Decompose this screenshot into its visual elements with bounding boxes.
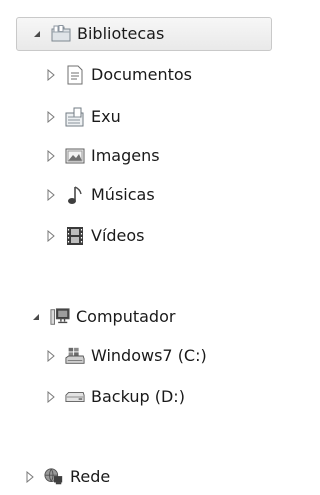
- tree-item-videos[interactable]: Vídeos: [43, 219, 145, 253]
- collapsed-arrow-icon[interactable]: [43, 187, 59, 203]
- system-drive-icon: [65, 346, 85, 366]
- tree-item-label: Rede: [70, 467, 111, 486]
- collapsed-arrow-icon[interactable]: [43, 348, 59, 364]
- computer-icon: [50, 307, 70, 327]
- picture-icon: [65, 146, 85, 166]
- collapsed-arrow-icon[interactable]: [43, 67, 59, 83]
- tree-item-label: Bibliotecas: [77, 24, 165, 43]
- tree-item-label: Músicas: [91, 185, 155, 204]
- tree-item-computer[interactable]: Computador: [28, 300, 175, 334]
- collapsed-arrow-icon[interactable]: [43, 389, 59, 405]
- tree-item-libraries[interactable]: Bibliotecas: [16, 17, 272, 51]
- tree-item-network[interactable]: Rede: [22, 460, 110, 494]
- hard-drive-icon: [65, 387, 85, 407]
- tree-item-label: Computador: [76, 307, 176, 326]
- collapsed-arrow-icon[interactable]: [22, 469, 38, 485]
- tree-item-label: Windows7 (C:): [91, 346, 207, 365]
- collapsed-arrow-icon[interactable]: [43, 228, 59, 244]
- libraries-folder-icon: [51, 24, 71, 44]
- library-icon: [65, 107, 85, 127]
- network-icon: [44, 467, 64, 487]
- tree-item-drive-d[interactable]: Backup (D:): [43, 380, 185, 414]
- tree-item-drive-c[interactable]: Windows7 (C:): [43, 339, 207, 373]
- tree-item-label: Documentos: [91, 65, 193, 84]
- tree-item-documents[interactable]: Documentos: [43, 58, 192, 92]
- collapsed-arrow-icon[interactable]: [43, 148, 59, 164]
- tree-item-label: Vídeos: [91, 226, 145, 245]
- expanded-arrow-icon[interactable]: [28, 309, 44, 325]
- tree-item-label: Imagens: [91, 146, 160, 165]
- expanded-arrow-icon[interactable]: [29, 26, 45, 42]
- music-note-icon: [65, 185, 85, 205]
- film-icon: [65, 226, 85, 246]
- collapsed-arrow-icon[interactable]: [43, 109, 59, 125]
- tree-item-pictures[interactable]: Imagens: [43, 139, 160, 173]
- tree-item-label: Backup (D:): [91, 387, 185, 406]
- navigation-tree: Bibliotecas Documentos Exu Imagens Músic…: [0, 0, 273, 495]
- tree-item-label: Exu: [91, 107, 121, 126]
- document-icon: [65, 65, 85, 85]
- tree-item-exu[interactable]: Exu: [43, 100, 121, 134]
- tree-item-music[interactable]: Músicas: [43, 178, 155, 212]
